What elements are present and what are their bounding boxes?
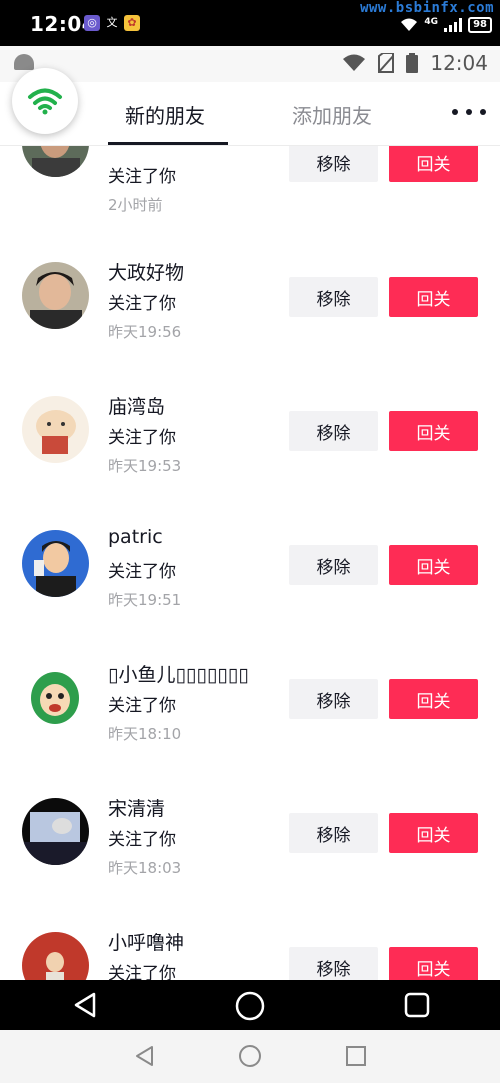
- follow-back-button[interactable]: 回关: [389, 947, 478, 980]
- list-item[interactable]: 关注了你 2小时前 移除 回关: [0, 146, 500, 214]
- user-avatar[interactable]: [22, 664, 89, 731]
- follow-time: 昨天18:10: [108, 725, 182, 743]
- follow-time: 昨天19:56: [108, 323, 182, 341]
- remove-button[interactable]: 移除: [289, 679, 378, 719]
- more-dot: [466, 109, 472, 115]
- follow-status-text: 关注了你: [108, 696, 176, 716]
- list-item[interactable]: patric 关注了你 昨天19:51 移除 回关: [0, 510, 500, 644]
- user-avatar[interactable]: [22, 798, 89, 865]
- user-name[interactable]: ▯小鱼儿▯▯▯▯▯▯▯: [108, 660, 249, 687]
- recents-button[interactable]: [342, 1042, 370, 1070]
- remove-button[interactable]: 移除: [289, 947, 378, 980]
- remove-button[interactable]: 移除: [289, 146, 378, 182]
- floating-wifi-button[interactable]: [12, 68, 78, 134]
- android-icon: [14, 54, 34, 70]
- list-item[interactable]: 宋清清 关注了你 昨天18:03 移除 回关: [0, 778, 500, 912]
- user-name[interactable]: 大政好物: [108, 258, 184, 285]
- system-status-bar: 12:04 ◎ 文 ✿ www.bsbinfx.com 4G 98: [0, 0, 500, 46]
- back-triangle-icon: [74, 992, 96, 1018]
- follow-time: 昨天19:53: [108, 457, 182, 475]
- inner-status-icons: 12:04: [342, 51, 488, 75]
- remove-button[interactable]: 移除: [289, 813, 378, 853]
- follow-back-button[interactable]: 回关: [389, 146, 478, 182]
- follow-status-text: 关注了你: [108, 562, 176, 582]
- user-avatar[interactable]: [22, 262, 89, 329]
- system-navigation-bar: [0, 980, 500, 1030]
- more-dot: [452, 109, 458, 115]
- remove-button[interactable]: 移除: [289, 545, 378, 585]
- home-button[interactable]: [232, 988, 268, 1024]
- active-tab-indicator: [108, 142, 228, 145]
- back-button[interactable]: [68, 988, 102, 1022]
- more-dot: [480, 109, 486, 115]
- more-options-button[interactable]: [452, 102, 486, 122]
- follow-back-button[interactable]: 回关: [389, 545, 478, 585]
- follow-back-button[interactable]: 回关: [389, 277, 478, 317]
- user-avatar[interactable]: [22, 932, 89, 980]
- user-name[interactable]: patric: [108, 526, 163, 548]
- follow-time: 2小时前: [108, 196, 163, 214]
- battery-icon: [406, 53, 419, 73]
- system-status-icons: 4G 98: [400, 17, 492, 33]
- outer-navigation-bar: [0, 1030, 500, 1083]
- follow-status-text: 关注了你: [108, 964, 176, 980]
- recents-square-icon: [404, 992, 430, 1018]
- watermark-text: www.bsbinfx.com: [360, 0, 494, 16]
- back-triangle-icon: [136, 1046, 153, 1066]
- follow-status-text: 关注了你: [108, 428, 176, 448]
- user-avatar[interactable]: [22, 396, 89, 463]
- user-avatar[interactable]: [22, 530, 89, 597]
- remove-button[interactable]: 移除: [289, 411, 378, 451]
- tab-add-friends[interactable]: 添加朋友: [292, 100, 372, 129]
- wifi-icon: [401, 18, 418, 31]
- no-sim-icon: [378, 53, 395, 73]
- recents-button[interactable]: [400, 988, 434, 1022]
- list-item[interactable]: 小呼噜神 关注了你 移除 回关: [0, 912, 500, 980]
- list-item[interactable]: 大政好物 关注了你 昨天19:56 移除 回关: [0, 242, 500, 376]
- network-type-label: 4G: [424, 17, 439, 27]
- user-avatar[interactable]: [22, 146, 89, 177]
- signal-icon: [444, 18, 463, 32]
- home-button[interactable]: [236, 1042, 264, 1070]
- follow-back-button[interactable]: 回关: [389, 679, 478, 719]
- follow-back-button[interactable]: 回关: [389, 813, 478, 853]
- follow-status-text: 关注了你: [108, 294, 176, 314]
- remove-button[interactable]: 移除: [289, 277, 378, 317]
- back-button[interactable]: [130, 1042, 158, 1070]
- user-name[interactable]: 宋清清: [108, 794, 165, 821]
- user-name[interactable]: 小呼噜神: [108, 928, 184, 955]
- new-friends-list: 关注了你 2小时前 移除 回关 大政好物 关注了你 昨天19:56 移除 回关 …: [0, 146, 500, 980]
- follow-status-text: 关注了你: [108, 167, 176, 187]
- wifi-icon: [343, 54, 366, 71]
- home-circle-icon: [239, 1045, 261, 1067]
- recents-square-icon: [346, 1046, 366, 1066]
- inner-status-bar: 12:04: [0, 46, 500, 82]
- follow-time: 昨天19:51: [108, 591, 182, 609]
- inner-status-time: 12:04: [430, 51, 488, 75]
- translate-icon: 文: [106, 16, 118, 29]
- follow-status-text: 关注了你: [108, 830, 176, 850]
- tab-new-friends[interactable]: 新的朋友: [125, 100, 205, 129]
- wifi-icon: [28, 88, 62, 115]
- list-item[interactable]: ▯小鱼儿▯▯▯▯▯▯▯ 关注了你 昨天18:10 移除 回关: [0, 644, 500, 778]
- follow-back-button[interactable]: 回关: [389, 411, 478, 451]
- app-notification-icon: ◎: [84, 15, 100, 31]
- store-icon: ✿: [124, 15, 140, 31]
- battery-icon: 98: [468, 17, 492, 33]
- list-item[interactable]: 庙湾岛 关注了你 昨天19:53 移除 回关: [0, 376, 500, 510]
- home-circle-icon: [235, 991, 265, 1021]
- user-name[interactable]: 庙湾岛: [108, 392, 165, 419]
- follow-time: 昨天18:03: [108, 859, 182, 877]
